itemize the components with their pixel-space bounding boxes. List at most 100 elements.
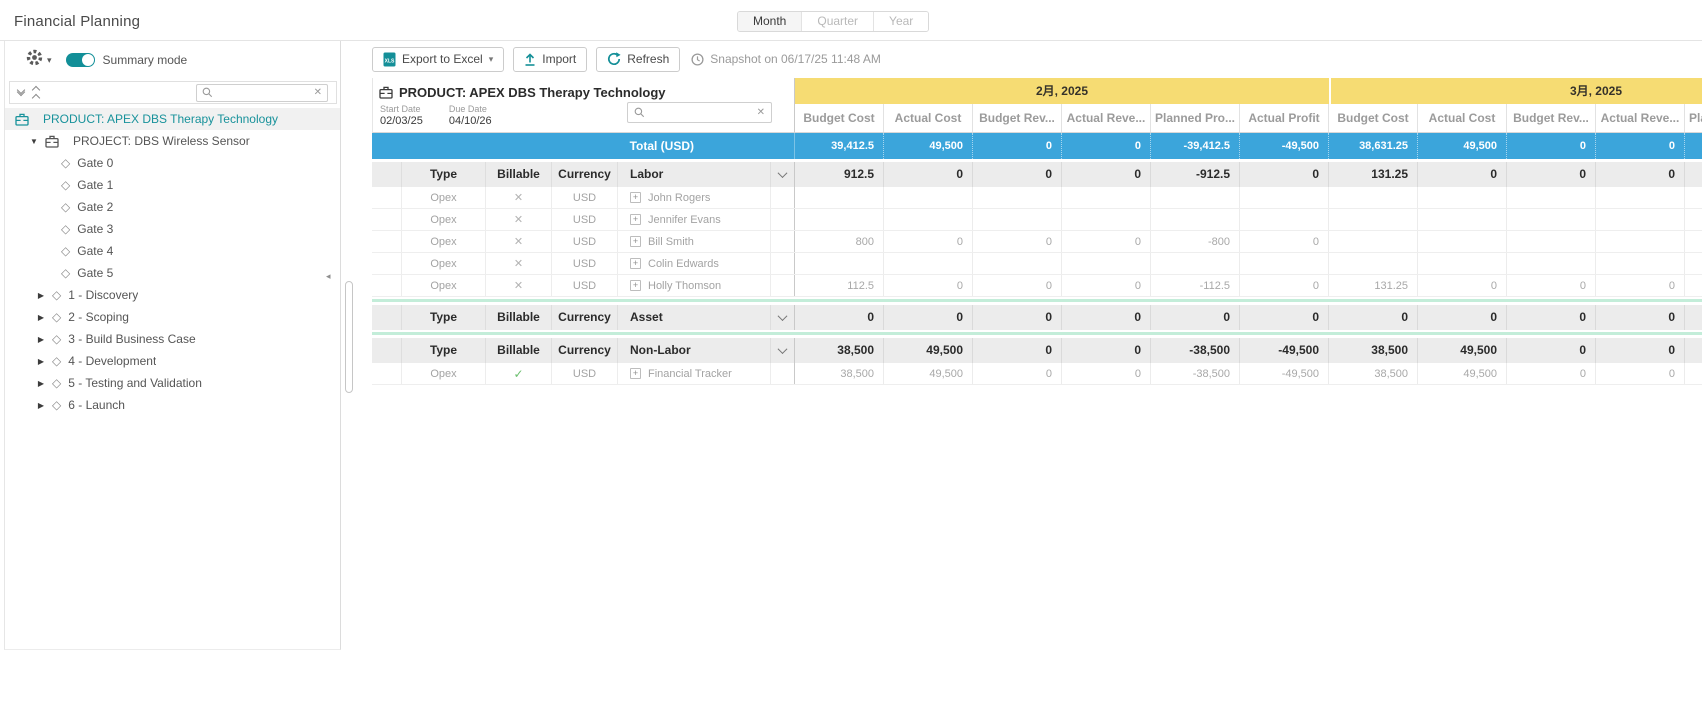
- value-cell[interactable]: [795, 253, 884, 274]
- value-cell[interactable]: 38,500: [1329, 363, 1418, 384]
- value-cell[interactable]: -112.5: [1151, 275, 1240, 296]
- export-to-excel-button[interactable]: XLS Export to Excel ▾: [372, 47, 504, 72]
- row-name-cell[interactable]: +Colin Edwards: [618, 253, 771, 274]
- value-cell[interactable]: [1151, 253, 1240, 274]
- tree-item-3-build-business-case[interactable]: ▶◇3 - Build Business Case: [5, 328, 340, 350]
- tree-item-gate-4[interactable]: ◇Gate 4: [5, 240, 340, 262]
- value-cell[interactable]: 0: [973, 363, 1062, 384]
- value-cell[interactable]: 131.25: [1329, 275, 1418, 296]
- value-cell[interactable]: 0: [1596, 363, 1685, 384]
- tree-item-1-discovery[interactable]: ▶◇1 - Discovery: [5, 284, 340, 306]
- settings-menu-button[interactable]: ▾: [25, 48, 52, 72]
- value-cell[interactable]: [1151, 187, 1240, 208]
- value-cell[interactable]: [1240, 253, 1329, 274]
- column-header-actual-reve[interactable]: Actual Reve...: [1596, 104, 1685, 132]
- billable-cell[interactable]: ✕: [486, 253, 552, 274]
- column-header-planned-pro[interactable]: Planned Pro...: [1151, 104, 1240, 132]
- grid-search-input[interactable]: [649, 106, 753, 120]
- value-cell[interactable]: -38,500: [1151, 363, 1240, 384]
- value-cell[interactable]: 49,500: [1418, 363, 1507, 384]
- expand-row-icon[interactable]: +: [630, 236, 641, 247]
- vertical-scrollbar[interactable]: [345, 281, 353, 393]
- value-cell[interactable]: 0: [1240, 231, 1329, 252]
- tree-item-gate-2[interactable]: ◇Gate 2: [5, 196, 340, 218]
- clear-search-icon[interactable]: ✕: [314, 87, 322, 98]
- currency-cell[interactable]: USD: [552, 231, 618, 252]
- value-cell[interactable]: 112.5: [795, 275, 884, 296]
- section-menu-button[interactable]: [771, 338, 794, 363]
- tree-item-gate-3[interactable]: ◇Gate 3: [5, 218, 340, 240]
- value-cell[interactable]: [1062, 253, 1151, 274]
- column-header-actual-cost[interactable]: Actual Cost: [1418, 104, 1507, 132]
- tree-expand-arrow-icon[interactable]: ▼: [29, 137, 39, 146]
- tree-item-2-scoping[interactable]: ▶◇2 - Scoping: [5, 306, 340, 328]
- currency-cell[interactable]: USD: [552, 187, 618, 208]
- value-cell[interactable]: [1596, 253, 1685, 274]
- row-name-cell[interactable]: +Holly Thomson: [618, 275, 771, 296]
- expand-row-icon[interactable]: +: [630, 368, 641, 379]
- row-name-cell[interactable]: +John Rogers: [618, 187, 771, 208]
- tree-expand-arrow-icon[interactable]: ▶: [36, 313, 46, 322]
- value-cell[interactable]: [1240, 187, 1329, 208]
- value-cell[interactable]: [1685, 231, 1702, 252]
- value-cell[interactable]: [884, 209, 973, 230]
- column-header-budget-rev[interactable]: Budget Rev...: [973, 104, 1062, 132]
- value-cell[interactable]: 0: [1062, 231, 1151, 252]
- type-cell[interactable]: Opex: [402, 209, 486, 230]
- billable-cell[interactable]: ✕: [486, 209, 552, 230]
- type-cell[interactable]: Opex: [402, 231, 486, 252]
- value-cell[interactable]: 38,500: [795, 363, 884, 384]
- value-cell[interactable]: [1507, 253, 1596, 274]
- tree-item-product-apex-dbs-therapy-technology[interactable]: PRODUCT: APEX DBS Therapy Technology: [5, 108, 340, 130]
- value-cell[interactable]: [1685, 363, 1702, 384]
- tree-expand-arrow-icon[interactable]: ▶: [36, 357, 46, 366]
- value-cell[interactable]: [1685, 253, 1702, 274]
- value-cell[interactable]: 0: [1240, 275, 1329, 296]
- value-cell[interactable]: [1329, 231, 1418, 252]
- tree-expand-arrow-icon[interactable]: ▶: [36, 379, 46, 388]
- value-cell[interactable]: [1507, 231, 1596, 252]
- value-cell[interactable]: [1062, 209, 1151, 230]
- value-cell[interactable]: [1418, 187, 1507, 208]
- tree-item-project-dbs-wireless-sensor[interactable]: ▼PROJECT: DBS Wireless Sensor: [5, 130, 340, 152]
- tab-month[interactable]: Month: [738, 12, 802, 31]
- column-header-actual-cost[interactable]: Actual Cost: [884, 104, 973, 132]
- tab-quarter[interactable]: Quarter: [802, 12, 874, 31]
- value-cell[interactable]: -800: [1151, 231, 1240, 252]
- billable-cell[interactable]: ✕: [486, 187, 552, 208]
- due-date-value[interactable]: 04/10/26: [449, 115, 492, 127]
- value-cell[interactable]: [795, 209, 884, 230]
- value-cell[interactable]: [1418, 253, 1507, 274]
- start-date-value[interactable]: 02/03/25: [380, 115, 423, 127]
- value-cell[interactable]: 0: [1062, 363, 1151, 384]
- type-cell[interactable]: Opex: [402, 363, 486, 384]
- expand-row-icon[interactable]: +: [630, 258, 641, 269]
- value-cell[interactable]: 0: [1507, 363, 1596, 384]
- row-name-cell[interactable]: +Jennifer Evans: [618, 209, 771, 230]
- column-header-actual-reve[interactable]: Actual Reve...: [1062, 104, 1151, 132]
- value-cell[interactable]: 0: [1062, 275, 1151, 296]
- section-menu-button[interactable]: [771, 162, 794, 187]
- tree-item-gate-5[interactable]: ◇Gate 5: [5, 262, 340, 284]
- tree-item-gate-0[interactable]: ◇Gate 0: [5, 152, 340, 174]
- expand-row-icon[interactable]: +: [630, 214, 641, 225]
- section-menu-button[interactable]: [771, 305, 794, 330]
- billable-cell[interactable]: ✕: [486, 275, 552, 296]
- value-cell[interactable]: [795, 187, 884, 208]
- value-cell[interactable]: [1329, 209, 1418, 230]
- column-header-planned-pro[interactable]: Planned Pro...: [1685, 104, 1702, 132]
- value-cell[interactable]: [1418, 231, 1507, 252]
- type-cell[interactable]: Opex: [402, 253, 486, 274]
- value-cell[interactable]: 0: [973, 231, 1062, 252]
- value-cell[interactable]: [1240, 209, 1329, 230]
- value-cell[interactable]: [1062, 187, 1151, 208]
- value-cell[interactable]: 0: [1418, 275, 1507, 296]
- row-name-cell[interactable]: +Financial Tracker: [618, 363, 771, 384]
- value-cell[interactable]: [1418, 209, 1507, 230]
- currency-cell[interactable]: USD: [552, 253, 618, 274]
- expand-row-icon[interactable]: +: [630, 192, 641, 203]
- tree-item-4-development[interactable]: ▶◇4 - Development: [5, 350, 340, 372]
- value-cell[interactable]: 49,500: [884, 363, 973, 384]
- type-cell[interactable]: Opex: [402, 187, 486, 208]
- value-cell[interactable]: [1329, 253, 1418, 274]
